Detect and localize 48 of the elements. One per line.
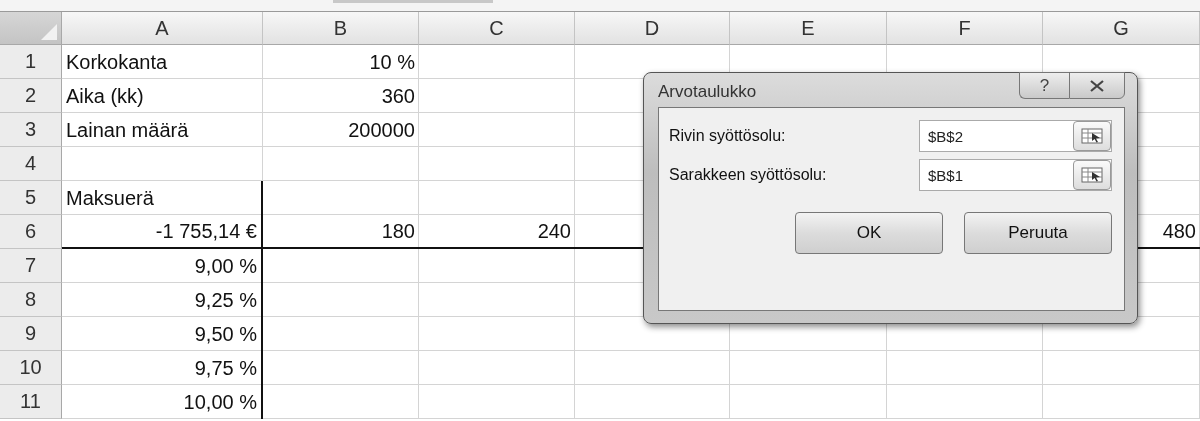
table-cell-text: 10 % (368, 49, 416, 75)
table-cell: 9,50 % (62, 317, 263, 351)
field-label: Sarakkeen syöttösolu: (669, 166, 827, 184)
row-header[interactable]: 2 (0, 79, 62, 113)
range-select-icon (1081, 128, 1103, 144)
input-field[interactable]: $B$2 (919, 120, 1112, 152)
column-header[interactable]: E (730, 12, 887, 45)
range-picker-button[interactable] (1073, 121, 1111, 151)
column-header[interactable]: A (62, 12, 263, 45)
row-header[interactable]: 9 (0, 317, 62, 351)
row-header[interactable]: 5 (0, 181, 62, 215)
column-header[interactable]: F (887, 12, 1043, 45)
close-button[interactable] (1069, 72, 1125, 99)
table-cell-text: Aika (kk) (65, 83, 145, 109)
table-cell: 9,00 % (62, 249, 263, 283)
table-cell-text: 200000 (347, 117, 416, 143)
column-header[interactable]: G (1043, 12, 1200, 45)
table-cell: 9,75 % (62, 351, 263, 385)
column-header[interactable]: B (263, 12, 419, 45)
field-label: Rivin syöttösolu: (669, 127, 786, 145)
row-header[interactable]: 4 (0, 147, 62, 181)
row-header[interactable]: 10 (0, 351, 62, 385)
close-icon (1089, 79, 1105, 92)
help-button[interactable]: ? (1019, 72, 1069, 99)
table-cell-text: Lainan määrä (65, 117, 190, 143)
range-select-icon (1081, 167, 1103, 183)
row-header[interactable]: 3 (0, 113, 62, 147)
table-cell-text: Korkokanta (65, 49, 169, 75)
row-header[interactable]: 11 (0, 385, 62, 419)
dialog-button[interactable]: Peruuta (964, 212, 1112, 254)
table-cell: 240 (419, 215, 575, 249)
corner-triangle-icon (41, 24, 57, 40)
dialog-button[interactable]: OK (795, 212, 943, 254)
table-cell: 9,25 % (62, 283, 263, 317)
row-header[interactable]: 8 (0, 283, 62, 317)
input-field[interactable]: $B$1 (919, 159, 1112, 191)
table-cell: -1 755,14 € (62, 215, 263, 249)
column-header[interactable]: D (575, 12, 730, 45)
row-header[interactable]: 6 (0, 215, 62, 249)
row-header[interactable]: 7 (0, 249, 62, 283)
dialog-title: Arvotaulukko (658, 82, 757, 102)
table-cell: Maksuerä (62, 181, 263, 215)
table-cell: 10,00 % (62, 385, 263, 419)
range-picker-button[interactable] (1073, 160, 1111, 190)
row-header[interactable]: 1 (0, 45, 62, 79)
table-cell: 180 (263, 215, 419, 249)
column-header[interactable]: C (419, 12, 575, 45)
table-cell-text: 360 (380, 83, 416, 109)
